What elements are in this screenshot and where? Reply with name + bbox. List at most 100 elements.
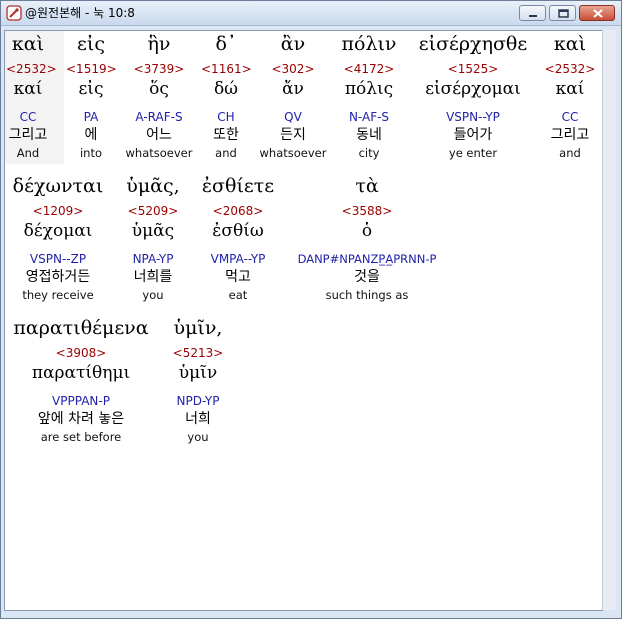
greek-word: ἣν [147, 33, 171, 55]
strong-number[interactable]: <5209> [117, 204, 189, 218]
parsing-code: QV [284, 110, 302, 124]
korean-gloss: 에 [84, 127, 98, 143]
window-title: @원전본해 - 눅 10:8 [25, 6, 135, 20]
greek-word: παρατιθέμενα [13, 317, 149, 339]
word-cell[interactable]: δέχωνται <1209> δέχομαι VSPN--ZP 영접하거든 t… [7, 173, 109, 303]
english-gloss: city [358, 146, 380, 160]
parsing-code: CC [19, 110, 37, 124]
word-cell[interactable]: καὶ <2532> καί CC 그리고 And [6, 31, 57, 161]
greek-word: ἂν [280, 33, 306, 55]
parsing-code: CH [217, 110, 235, 124]
greek-word: καὶ [553, 33, 587, 55]
english-gloss: such things as [325, 288, 409, 302]
parsing-code: NPA-YP [132, 252, 174, 266]
greek-word: εἰσέρχησθε [418, 33, 528, 55]
english-gloss: And [16, 146, 40, 160]
english-gloss: and [215, 146, 237, 160]
greek-word: δ᾽ [215, 33, 237, 55]
parsing-code: DANP#NPANZP̲A̲PRNN-P [297, 252, 437, 266]
parsing-code: VSPN--YP [446, 110, 500, 124]
word-cell[interactable]: εἰς <1519> εἰς PA 에 into [66, 31, 117, 161]
greek-word: ἐσθίετε [201, 175, 275, 197]
word-cell[interactable]: ὑμῖν, <5213> ὑμῖν NPD-YP 너희 you [165, 315, 231, 445]
strong-number[interactable]: <2532> [543, 62, 597, 76]
korean-gloss: 그리고 [8, 127, 48, 143]
lemma: εἰσέρχομαι [425, 79, 521, 99]
english-gloss: eat [228, 288, 248, 302]
strong-number[interactable]: <1161> [201, 62, 252, 76]
lemma: ὑμᾶς [131, 221, 175, 241]
strong-number[interactable]: <1519> [66, 62, 117, 76]
korean-gloss: 어느 [146, 127, 172, 143]
minimize-button[interactable] [519, 5, 546, 21]
lemma: δέχομαι [23, 221, 93, 241]
parsing-code: VPPPAN-P [52, 394, 110, 408]
lemma: ὑμῖν [178, 363, 218, 383]
strong-number[interactable]: <1209> [7, 204, 109, 218]
english-gloss: are set before [40, 430, 122, 444]
word-cell[interactable]: ἂν <302> ἄν QV 든지 whatsoever [257, 31, 329, 161]
lemma: ὁ [361, 221, 373, 241]
parsing-code: N-AF-S [348, 110, 390, 124]
strong-number[interactable]: <3908> [7, 346, 155, 360]
greek-word: δέχωνται [12, 175, 104, 197]
vertical-scrollbar[interactable] [602, 30, 616, 610]
strong-number[interactable]: <1525> [409, 62, 537, 76]
strong-number[interactable]: <2068> [201, 204, 275, 218]
english-gloss: you [187, 430, 209, 444]
word-cell[interactable]: δ᾽ <1161> δώ CH 또한 and [201, 31, 252, 161]
strong-number[interactable]: <2532> [6, 62, 57, 76]
lemma: δώ [213, 79, 239, 99]
english-gloss: ye enter [448, 146, 498, 160]
maximize-button[interactable] [549, 5, 576, 21]
greek-word: εἰς [77, 33, 105, 55]
title-bar[interactable]: @원전본해 - 눅 10:8 [1, 1, 621, 26]
lemma: καί [13, 79, 43, 99]
korean-gloss: 동네 [356, 127, 382, 143]
word-cell[interactable]: παρατιθέμενα <3908> παρατίθημι VPPPAN-P … [7, 315, 155, 445]
close-button[interactable] [579, 5, 615, 21]
word-cell[interactable]: ἣν <3739> ὅς A-RAF-S 어느 whatsoever [123, 31, 195, 161]
lemma: πόλις [344, 79, 394, 99]
word-cell[interactable]: τὰ <3588> ὁ DANP#NPANZP̲A̲PRNN-P 것을 such… [293, 173, 441, 303]
word-cell[interactable]: εἰσέρχησθε <1525> εἰσέρχομαι VSPN--YP 들어… [409, 31, 537, 161]
korean-gloss: 영접하거든 [25, 269, 91, 285]
korean-gloss: 너희를 [133, 269, 173, 285]
greek-word: ὑμᾶς, [126, 175, 180, 197]
strong-number[interactable]: <4172> [335, 62, 403, 76]
english-gloss: they receive [22, 288, 94, 302]
lemma: ἄν [282, 79, 304, 99]
english-gloss: whatsoever [125, 146, 193, 160]
korean-gloss: 먹고 [225, 269, 251, 285]
lemma: ὅς [149, 79, 169, 99]
maximize-icon [558, 9, 569, 18]
parsing-code: VMPA--YP [210, 252, 266, 266]
korean-gloss: 너희 [185, 411, 211, 427]
parsing-code: PA [83, 110, 99, 124]
minimize-icon [529, 15, 537, 17]
close-icon [593, 9, 603, 18]
strong-number[interactable]: <302> [257, 62, 329, 76]
lemma: εἰς [78, 79, 104, 99]
korean-gloss: 앞에 차려 놓은 [37, 411, 125, 427]
english-gloss: into [79, 146, 103, 160]
greek-word: καὶ [11, 33, 45, 55]
parsing-code: A-RAF-S [135, 110, 183, 124]
interlinear-text-panel: καὶ <2532> καί CC 그리고 And εἰς <1519> εἰς… [4, 30, 603, 611]
parsing-code: NPD-YP [176, 394, 220, 408]
lemma: καί [555, 79, 585, 99]
strong-number[interactable]: <3588> [293, 204, 441, 218]
strong-number[interactable]: <5213> [165, 346, 231, 360]
lemma: ἐσθίω [212, 221, 264, 241]
greek-word: ὑμῖν, [173, 317, 223, 339]
word-cell[interactable]: ἐσθίετε <2068> ἐσθίω VMPA--YP 먹고 eat [201, 173, 275, 303]
word-cell[interactable]: πόλιν <4172> πόλις N-AF-S 동네 city [335, 31, 403, 161]
korean-gloss: 그리고 [550, 127, 590, 143]
word-cell[interactable]: καὶ <2532> καί CC 그리고 and [543, 31, 597, 161]
greek-word: πόλιν [341, 33, 397, 55]
strong-number[interactable]: <3739> [123, 62, 195, 76]
greek-word: τὰ [355, 175, 379, 197]
word-cell[interactable]: ὑμᾶς, <5209> ὑμᾶς NPA-YP 너희를 you [117, 173, 189, 303]
korean-gloss: 또한 [213, 127, 239, 143]
english-gloss: and [559, 146, 581, 160]
